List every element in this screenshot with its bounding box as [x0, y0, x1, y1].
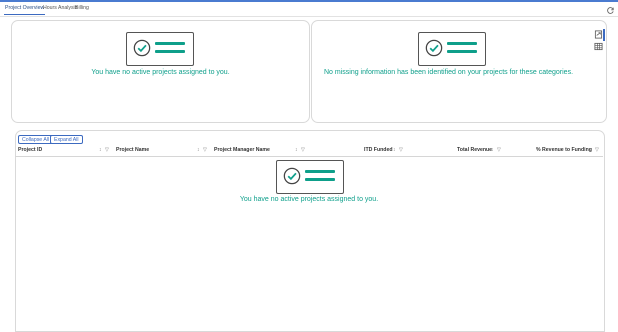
- column-header-project-manager-name[interactable]: Project Manager Name: [214, 147, 270, 153]
- missing-info-message: No missing information has been identifi…: [323, 69, 574, 76]
- filter-icon[interactable]: ▽: [595, 147, 599, 153]
- tab-hours-analysis[interactable]: Hours Analysis: [43, 5, 77, 11]
- illustration-bar: [447, 42, 477, 45]
- illustration-bar: [305, 178, 335, 181]
- table-header: Project ID ↕ ▽ Project Name ↕ ▽ Project …: [15, 145, 603, 157]
- sort-icon[interactable]: ↕: [491, 147, 494, 153]
- tab-project-overview[interactable]: Project Overview: [3, 5, 46, 15]
- sort-icon[interactable]: ↕: [393, 147, 396, 153]
- export-icon[interactable]: [594, 30, 603, 39]
- active-projects-message: You have no active projects assigned to …: [91, 69, 230, 76]
- tab-billing[interactable]: Billing: [75, 5, 89, 11]
- tab-bar: Project Overview Hours Analysis Billing: [0, 2, 618, 17]
- active-projects-card: You have no active projects assigned to …: [11, 20, 310, 123]
- check-circle-icon: [283, 167, 301, 185]
- empty-state-illustration: [126, 32, 194, 66]
- filter-icon[interactable]: ▽: [497, 147, 501, 153]
- filter-icon[interactable]: ▽: [105, 147, 109, 153]
- sort-icon[interactable]: ↕: [295, 147, 298, 153]
- empty-state-illustration: [276, 160, 344, 194]
- illustration-bar: [155, 50, 185, 53]
- sort-icon[interactable]: ↕: [197, 147, 200, 153]
- column-header-total-revenue[interactable]: Total Revenue: [457, 147, 492, 153]
- filter-icon[interactable]: ▽: [399, 147, 403, 153]
- sort-icon[interactable]: ↕: [589, 147, 592, 153]
- side-active-indicator: [603, 29, 605, 41]
- illustration-bar: [447, 50, 477, 53]
- grid-icon[interactable]: [594, 42, 603, 51]
- column-header-revenue-to-funding[interactable]: % Revenue to Funding: [536, 147, 592, 153]
- table-empty-message: You have no active projects assigned to …: [239, 196, 379, 203]
- column-header-project-name[interactable]: Project Name: [116, 147, 149, 153]
- missing-info-card: No missing information has been identifi…: [311, 20, 607, 123]
- check-circle-icon: [425, 39, 443, 57]
- filter-icon[interactable]: ▽: [203, 147, 207, 153]
- check-circle-icon: [133, 39, 151, 57]
- illustration-bar: [155, 42, 185, 45]
- sort-icon[interactable]: ↕: [99, 147, 102, 153]
- column-header-project-id[interactable]: Project ID: [18, 147, 42, 153]
- refresh-icon[interactable]: [606, 6, 615, 15]
- collapse-all-button[interactable]: Collapse All: [18, 135, 54, 144]
- empty-state-illustration: [418, 32, 486, 66]
- filter-icon[interactable]: ▽: [301, 147, 305, 153]
- illustration-bar: [305, 170, 335, 173]
- expand-all-button[interactable]: Expand All: [50, 135, 83, 144]
- column-header-itd-funded[interactable]: ITD Funded: [364, 147, 393, 153]
